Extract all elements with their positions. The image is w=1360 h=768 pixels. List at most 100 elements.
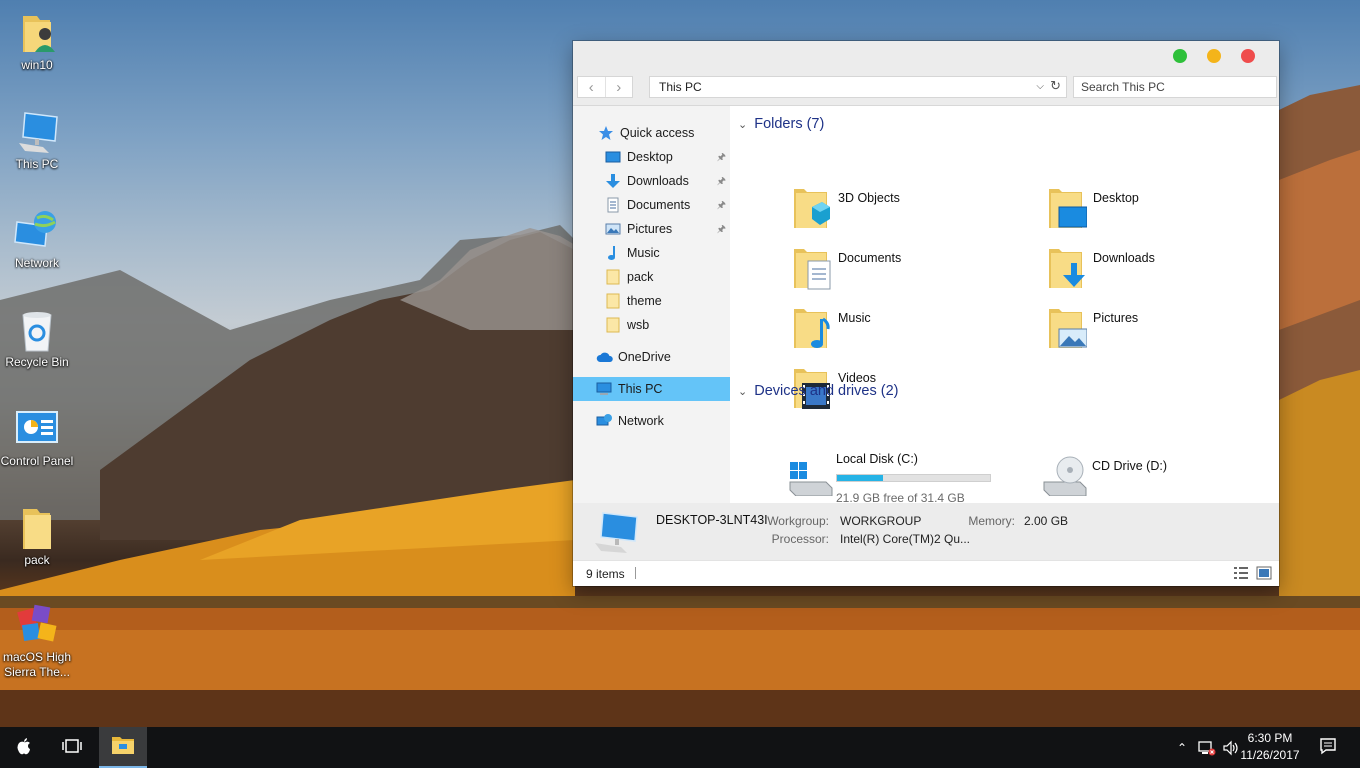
status-divider — [635, 567, 636, 579]
pin-icon[interactable]: 🖈 — [717, 222, 726, 239]
desktop-icon-label: Recycle Bin — [5, 355, 69, 369]
cd-drive-icon — [1040, 452, 1088, 497]
show-hidden-icons-button[interactable]: ⌃ — [1172, 727, 1192, 768]
large-icons-view-icon[interactable] — [1256, 566, 1272, 583]
download-arrow-icon — [605, 173, 621, 189]
sidebar-item-label: OneDrive — [618, 350, 671, 364]
pin-icon[interactable]: 🖈 — [717, 150, 726, 167]
back-button[interactable]: ‹ — [578, 77, 606, 97]
sidebar-item-label: wsb — [627, 318, 650, 332]
start-button[interactable] — [4, 727, 44, 768]
details-view-icon[interactable] — [1233, 566, 1249, 583]
drives-group-header[interactable]: ⌄ Devices and drives (2) — [738, 383, 898, 399]
drive-usage-fill — [837, 475, 883, 481]
desktop-icon-label: pack — [24, 553, 50, 567]
downloads-folder-icon — [1047, 247, 1087, 291]
folder-tile-3d-objects[interactable]: 3D Objects — [792, 187, 1022, 237]
explorer-window: ‹ › This PC ⌵ ↻ Search This PC Quick acc… — [573, 41, 1279, 586]
sidebar-item-documents[interactable]: Documents 🖈 — [573, 193, 730, 217]
sidebar-item-music[interactable]: Music — [573, 241, 730, 265]
task-view-icon — [62, 739, 82, 756]
cloud-icon — [596, 349, 613, 365]
folder-tile-music[interactable]: Music — [792, 307, 1022, 357]
file-explorer-icon — [111, 735, 135, 758]
folder-tile-label: Downloads — [1093, 251, 1155, 265]
folder-tile-downloads[interactable]: Downloads — [1047, 247, 1277, 297]
address-bar[interactable]: This PC ⌵ ↻ — [649, 76, 1067, 98]
music-folder-icon — [792, 307, 832, 351]
sidebar-item-onedrive[interactable]: OneDrive — [573, 345, 730, 369]
sidebar-item-label: theme — [627, 294, 662, 308]
folder-tile-label: 3D Objects — [838, 191, 900, 205]
desktop-icon-label: This PC — [15, 157, 59, 171]
sidebar-item-quick-access[interactable]: Quick access — [573, 121, 730, 145]
chevron-down-icon[interactable]: ⌵ — [1036, 77, 1044, 97]
folder-icon — [13, 505, 61, 551]
folder-tile-label: Desktop — [1093, 191, 1139, 205]
group-header-label: Devices and drives (2) — [754, 383, 899, 399]
computer-icon — [593, 511, 641, 558]
close-button[interactable] — [1241, 49, 1255, 63]
sidebar-item-downloads[interactable]: Downloads 🖈 — [573, 169, 730, 193]
sidebar-item-theme[interactable]: theme — [573, 289, 730, 313]
desktop-folder-icon — [1047, 187, 1088, 231]
task-view-button[interactable] — [52, 727, 92, 768]
sidebar-item-this-pc[interactable]: This PC — [573, 377, 730, 401]
desktop-icon-label: Network — [14, 256, 59, 270]
search-input[interactable]: Search This PC — [1073, 76, 1277, 98]
sidebar-item-wsb[interactable]: wsb — [573, 313, 730, 337]
sidebar-item-network[interactable]: Network — [573, 409, 730, 433]
window-titlebar[interactable] — [573, 41, 1279, 72]
sidebar-item-pictures[interactable]: Pictures 🖈 — [573, 217, 730, 241]
volume-icon[interactable] — [1220, 727, 1242, 768]
file-explorer-taskbar-button[interactable] — [99, 727, 147, 768]
sidebar-item-label: Documents — [627, 198, 691, 212]
hard-drive-icon — [786, 452, 834, 497]
memory-value: 2.00 GB — [1024, 514, 1069, 528]
group-header-label: Folders (7) — [754, 116, 825, 132]
desktop-icon-pack[interactable]: pack — [0, 505, 74, 568]
drive-label: Local Disk (C:) — [836, 452, 918, 466]
forward-button[interactable]: › — [606, 77, 633, 97]
refresh-icon[interactable]: ↻ — [1050, 76, 1061, 96]
recycle-bin-icon — [13, 307, 61, 353]
desktop-icon-network[interactable]: Network — [0, 208, 74, 271]
folder-icon — [605, 317, 621, 333]
desktop-icon-control-panel[interactable]: Control Panel — [0, 406, 74, 469]
pin-icon[interactable]: 🖈 — [717, 174, 726, 191]
action-center-button[interactable] — [1310, 727, 1346, 768]
desktop-icon-macos-theme[interactable]: macOS High Sierra The... — [0, 602, 74, 680]
sidebar-item-label: Downloads — [627, 174, 689, 188]
drive-label: CD Drive (D:) — [1092, 459, 1167, 473]
pin-icon[interactable]: 🖈 — [717, 198, 726, 215]
item-count: 9 items — [586, 567, 625, 581]
chevron-down-icon: ⌄ — [738, 385, 748, 398]
desktop-icon-recycle-bin[interactable]: Recycle Bin — [0, 307, 74, 370]
desktop-icon-win10[interactable]: win10 — [0, 10, 74, 73]
folder-tile-desktop[interactable]: Desktop — [1047, 187, 1277, 237]
folder-tile-documents[interactable]: Documents — [792, 247, 1022, 297]
processor-value: Intel(R) Core(TM)2 Qu... — [840, 532, 971, 546]
chevron-up-icon: ⌃ — [1176, 740, 1188, 755]
maximize-button[interactable] — [1173, 49, 1187, 63]
sidebar-item-label: This PC — [618, 382, 663, 396]
pc-name: DESKTOP-3LNT43I — [656, 513, 768, 527]
folder-tile-pictures[interactable]: Pictures — [1047, 307, 1277, 357]
picture-icon — [605, 221, 621, 237]
desktop-icon-this-pc[interactable]: This PC — [0, 109, 74, 172]
sidebar-item-label: Music — [627, 246, 660, 260]
folders-group-header[interactable]: ⌄ Folders (7) — [738, 116, 824, 132]
content-pane: ⌄ Folders (7) 3D Objects Desktop Documen… — [730, 106, 1279, 505]
desktop-icon-label: macOS High Sierra The... — [2, 650, 72, 679]
network-status-icon[interactable] — [1196, 727, 1218, 768]
processor-label: Processor: — [771, 532, 829, 546]
star-icon — [598, 125, 614, 141]
sidebar-item-label: Network — [618, 414, 664, 428]
minimize-button[interactable] — [1207, 49, 1221, 63]
desktop-icon-label: Control Panel — [0, 454, 74, 468]
sidebar-item-desktop[interactable]: Desktop 🖈 — [573, 145, 730, 169]
sidebar-item-pack[interactable]: pack — [573, 265, 730, 289]
taskbar-clock[interactable]: 6:30 PM 11/26/2017 — [1240, 730, 1300, 764]
control-panel-icon — [13, 406, 61, 452]
installer-icon — [13, 602, 61, 648]
